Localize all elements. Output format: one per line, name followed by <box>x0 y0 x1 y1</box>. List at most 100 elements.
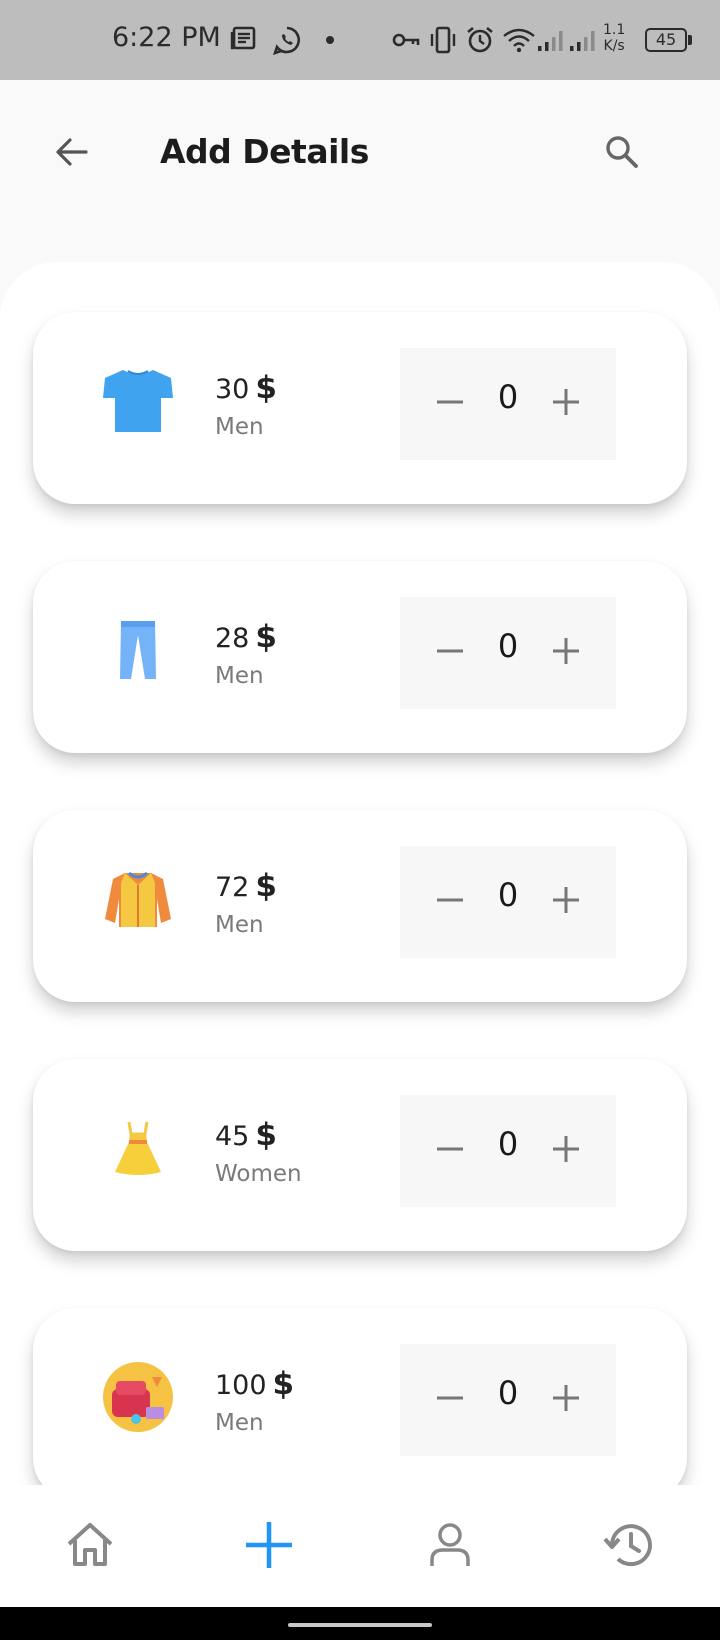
item-image <box>101 1360 175 1434</box>
add-icon <box>246 1522 292 1568</box>
wifi-icon <box>503 28 535 53</box>
quantity-value: 0 <box>497 627 519 665</box>
item-category: Men <box>215 414 264 440</box>
quantity-stepper: 0 <box>400 1344 616 1456</box>
item-price: 45 $ <box>215 1117 277 1153</box>
price-value: 45 <box>215 1121 250 1152</box>
currency-symbol: $ <box>255 868 277 904</box>
minus-icon <box>437 1147 463 1151</box>
network-speed-value: 1.1 <box>603 22 626 38</box>
quantity-stepper: 0 <box>400 846 616 958</box>
jacket-icon <box>105 871 171 927</box>
battery-level: 45 <box>655 30 677 49</box>
item-card: 72 $ Men 0 <box>33 810 687 1002</box>
minus-icon <box>437 400 463 404</box>
decrement-button[interactable] <box>430 880 470 920</box>
item-image <box>101 364 175 438</box>
minus-icon <box>437 649 463 653</box>
currency-symbol: $ <box>272 1366 295 1402</box>
bottom-navigation <box>0 1485 720 1607</box>
increment-button[interactable] <box>546 382 586 422</box>
status-time: 6:22 PM <box>112 22 221 53</box>
price-value: 28 <box>215 623 250 654</box>
price-value: 30 <box>215 374 250 405</box>
nav-profile[interactable] <box>420 1515 480 1575</box>
network-speed: 1.1 K/s <box>603 22 625 54</box>
network-speed-unit: K/s <box>603 38 625 54</box>
item-image <box>101 862 175 936</box>
quantity-value: 0 <box>497 876 519 914</box>
search-button[interactable] <box>598 128 646 176</box>
dress-icon <box>115 1121 161 1175</box>
quantity-stepper: 0 <box>400 1095 616 1207</box>
nav-add[interactable] <box>239 1515 299 1575</box>
decrement-button[interactable] <box>430 382 470 422</box>
battery-icon: 45 <box>645 28 687 52</box>
news-icon <box>230 26 256 50</box>
item-image <box>101 1111 175 1185</box>
plus-icon <box>553 638 579 664</box>
item-card: 30 $ Men 0 <box>33 312 687 504</box>
pants-icon <box>120 621 156 679</box>
item-card: 28 $ Men 0 <box>33 561 687 753</box>
item-category: Men <box>215 663 264 689</box>
item-card: 45 $ Women 0 <box>33 1059 687 1251</box>
currency-symbol: $ <box>255 370 277 406</box>
item-list[interactable]: 30 $ Men 0 28 $ Men 0 72 $ Men 0 45 $ Wo… <box>0 262 720 1492</box>
decrement-button[interactable] <box>430 1378 470 1418</box>
increment-button[interactable] <box>546 631 586 671</box>
minus-icon <box>437 898 463 902</box>
item-price: 72 $ <box>215 868 277 904</box>
quantity-value: 0 <box>497 1374 519 1412</box>
app-bar: Add Details <box>0 80 720 230</box>
gesture-bar <box>0 1607 720 1640</box>
plus-icon <box>553 1136 579 1162</box>
plus-icon <box>553 887 579 913</box>
increment-button[interactable] <box>546 1378 586 1418</box>
quantity-stepper: 0 <box>400 597 616 709</box>
plus-icon <box>553 1385 579 1411</box>
vibrate-icon <box>430 26 456 54</box>
minus-icon <box>437 1396 463 1400</box>
nav-home[interactable] <box>60 1515 120 1575</box>
battery-cap <box>688 35 692 45</box>
price-value: 100 <box>215 1370 267 1401</box>
quantity-value: 0 <box>497 378 519 416</box>
whatsapp-icon <box>272 26 300 55</box>
history-icon <box>603 1524 652 1567</box>
home-icon <box>67 1523 113 1566</box>
currency-symbol: $ <box>255 1117 277 1153</box>
quantity-value: 0 <box>497 1125 519 1163</box>
search-icon <box>606 136 638 168</box>
item-price: 30 $ <box>215 370 277 406</box>
vpn-key-icon <box>392 33 420 47</box>
decrement-button[interactable] <box>430 1129 470 1169</box>
item-category: Men <box>215 1410 264 1436</box>
price-value: 72 <box>215 872 250 903</box>
back-button[interactable] <box>48 128 96 176</box>
home-indicator[interactable] <box>288 1623 432 1627</box>
status-bar: 6:22 PM 1.1 K/s 45 <box>0 0 720 80</box>
item-card: 100 $ Men 0 <box>33 1308 687 1492</box>
currency-symbol: $ <box>255 619 277 655</box>
page-title: Add Details <box>160 132 369 171</box>
plus-icon <box>553 389 579 415</box>
item-price: 28 $ <box>215 619 277 655</box>
profile-icon <box>430 1523 470 1566</box>
item-price: 100 $ <box>215 1366 294 1402</box>
dot-icon <box>326 36 334 44</box>
decrement-button[interactable] <box>430 631 470 671</box>
item-category: Men <box>215 912 264 938</box>
signal-icon <box>538 31 563 51</box>
arrow-left-icon <box>56 138 88 166</box>
signal-icon <box>570 31 595 51</box>
alarm-icon <box>467 26 493 53</box>
increment-button[interactable] <box>546 880 586 920</box>
increment-button[interactable] <box>546 1129 586 1169</box>
quantity-stepper: 0 <box>400 348 616 460</box>
item-category: Women <box>215 1161 302 1187</box>
furniture-icon <box>103 1362 173 1432</box>
tshirt-icon <box>103 370 173 432</box>
item-image <box>101 613 175 687</box>
nav-history[interactable] <box>600 1515 660 1575</box>
